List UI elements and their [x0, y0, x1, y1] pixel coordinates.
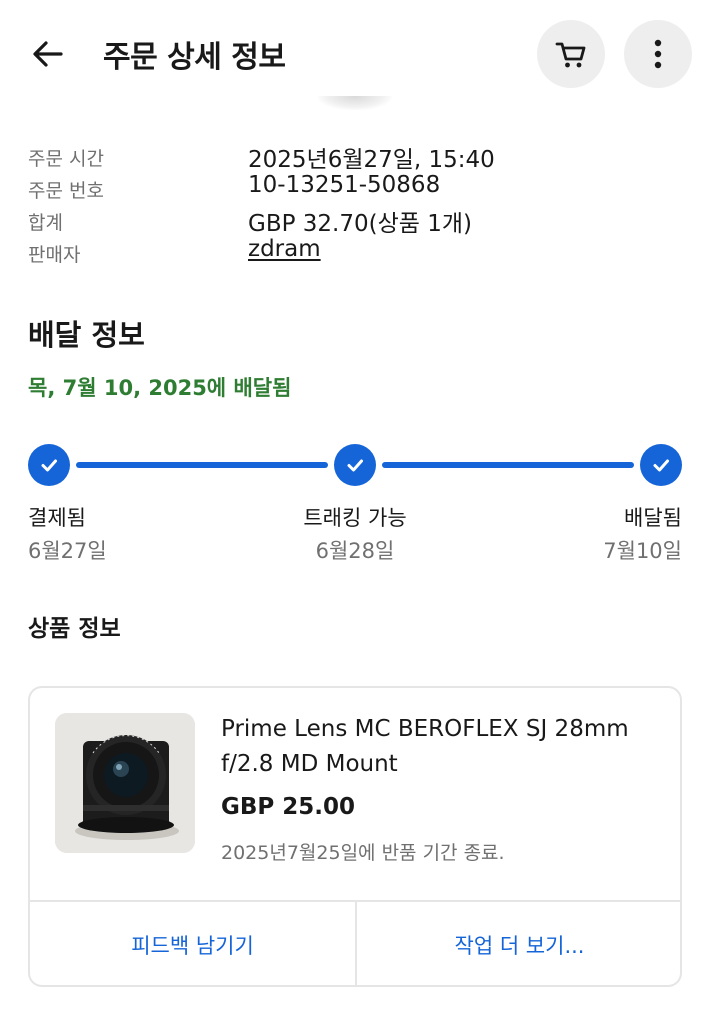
product-image[interactable] — [55, 713, 195, 853]
step-delivered-date: 7월10일 — [603, 539, 682, 563]
order-time-row: 주문 시간 2025년6월27일, 15:40 — [28, 140, 688, 173]
step-paid-dot — [28, 444, 70, 486]
order-total-label: 합계 — [28, 212, 63, 234]
order-number-row: 주문 번호 10-13251-50868 — [28, 172, 688, 204]
app-header: 주문 상세 정보 — [0, 0, 709, 110]
seller-link[interactable]: zdram — [248, 236, 321, 262]
step-tracking-dot — [334, 444, 376, 486]
product-section-title: 상품 정보 — [28, 616, 121, 642]
more-actions-button[interactable]: 작업 더 보기... — [357, 902, 680, 985]
more-options-button[interactable] — [624, 20, 692, 88]
order-number-label: 주문 번호 — [28, 180, 104, 202]
cart-icon — [555, 42, 586, 68]
arrow-left-icon — [33, 41, 63, 67]
order-total-value: GBP 32.70(상품 1개) — [248, 211, 472, 237]
delivery-section-title: 배달 정보 — [28, 318, 145, 352]
camera-lens-image — [55, 713, 195, 853]
step-tracking-label: 트래킹 가능 — [303, 506, 407, 530]
page-title: 주문 상세 정보 — [103, 40, 286, 75]
seller-label: 판매자 — [28, 244, 81, 266]
delivery-status: 목, 7월 10, 2025에 배달됨 — [28, 376, 292, 400]
product-card: Prime Lens MC BEROFLEX SJ 28mm f/2.8 MD … — [28, 686, 682, 987]
order-time-value: 2025년6월27일, 15:40 — [248, 147, 495, 173]
step-tracking-date: 6월28일 — [315, 539, 395, 563]
scroll-shadow — [318, 96, 392, 110]
leave-feedback-button[interactable]: 피드백 남기기 — [30, 902, 355, 985]
back-button[interactable] — [24, 30, 72, 78]
step-delivered-label: 배달됨 — [624, 506, 682, 530]
cart-button[interactable] — [537, 20, 605, 88]
checkmark-icon — [653, 459, 669, 472]
more-vertical-icon — [654, 39, 662, 69]
order-time-label: 주문 시간 — [28, 148, 104, 170]
order-number-value: 10-13251-50868 — [248, 172, 441, 198]
step-delivered-dot — [640, 444, 682, 486]
order-total-row: 합계 GBP 32.70(상품 1개) — [28, 204, 688, 237]
checkmark-icon — [41, 459, 57, 472]
order-detail-screen: 주문 상세 정보 주문 시간 2025년6월27일, 15:40 주문 번호 1… — [0, 0, 709, 1024]
progress-line-1 — [76, 462, 328, 468]
product-price: GBP 25.00 — [221, 794, 356, 820]
return-period-note: 2025년7월25일에 반품 기간 종료. — [221, 842, 505, 864]
step-paid-date: 6월27일 — [28, 539, 107, 563]
step-paid-label: 결제됨 — [28, 506, 86, 530]
seller-row: 판매자 zdram — [28, 236, 688, 268]
product-name-link[interactable]: Prime Lens MC BEROFLEX SJ 28mm f/2.8 MD … — [221, 712, 661, 782]
checkmark-icon — [347, 459, 363, 472]
order-summary: 주문 시간 2025년6월27일, 15:40 주문 번호 10-13251-5… — [28, 140, 688, 268]
delivery-progress-tracker — [28, 444, 682, 486]
progress-line-2 — [382, 462, 634, 468]
